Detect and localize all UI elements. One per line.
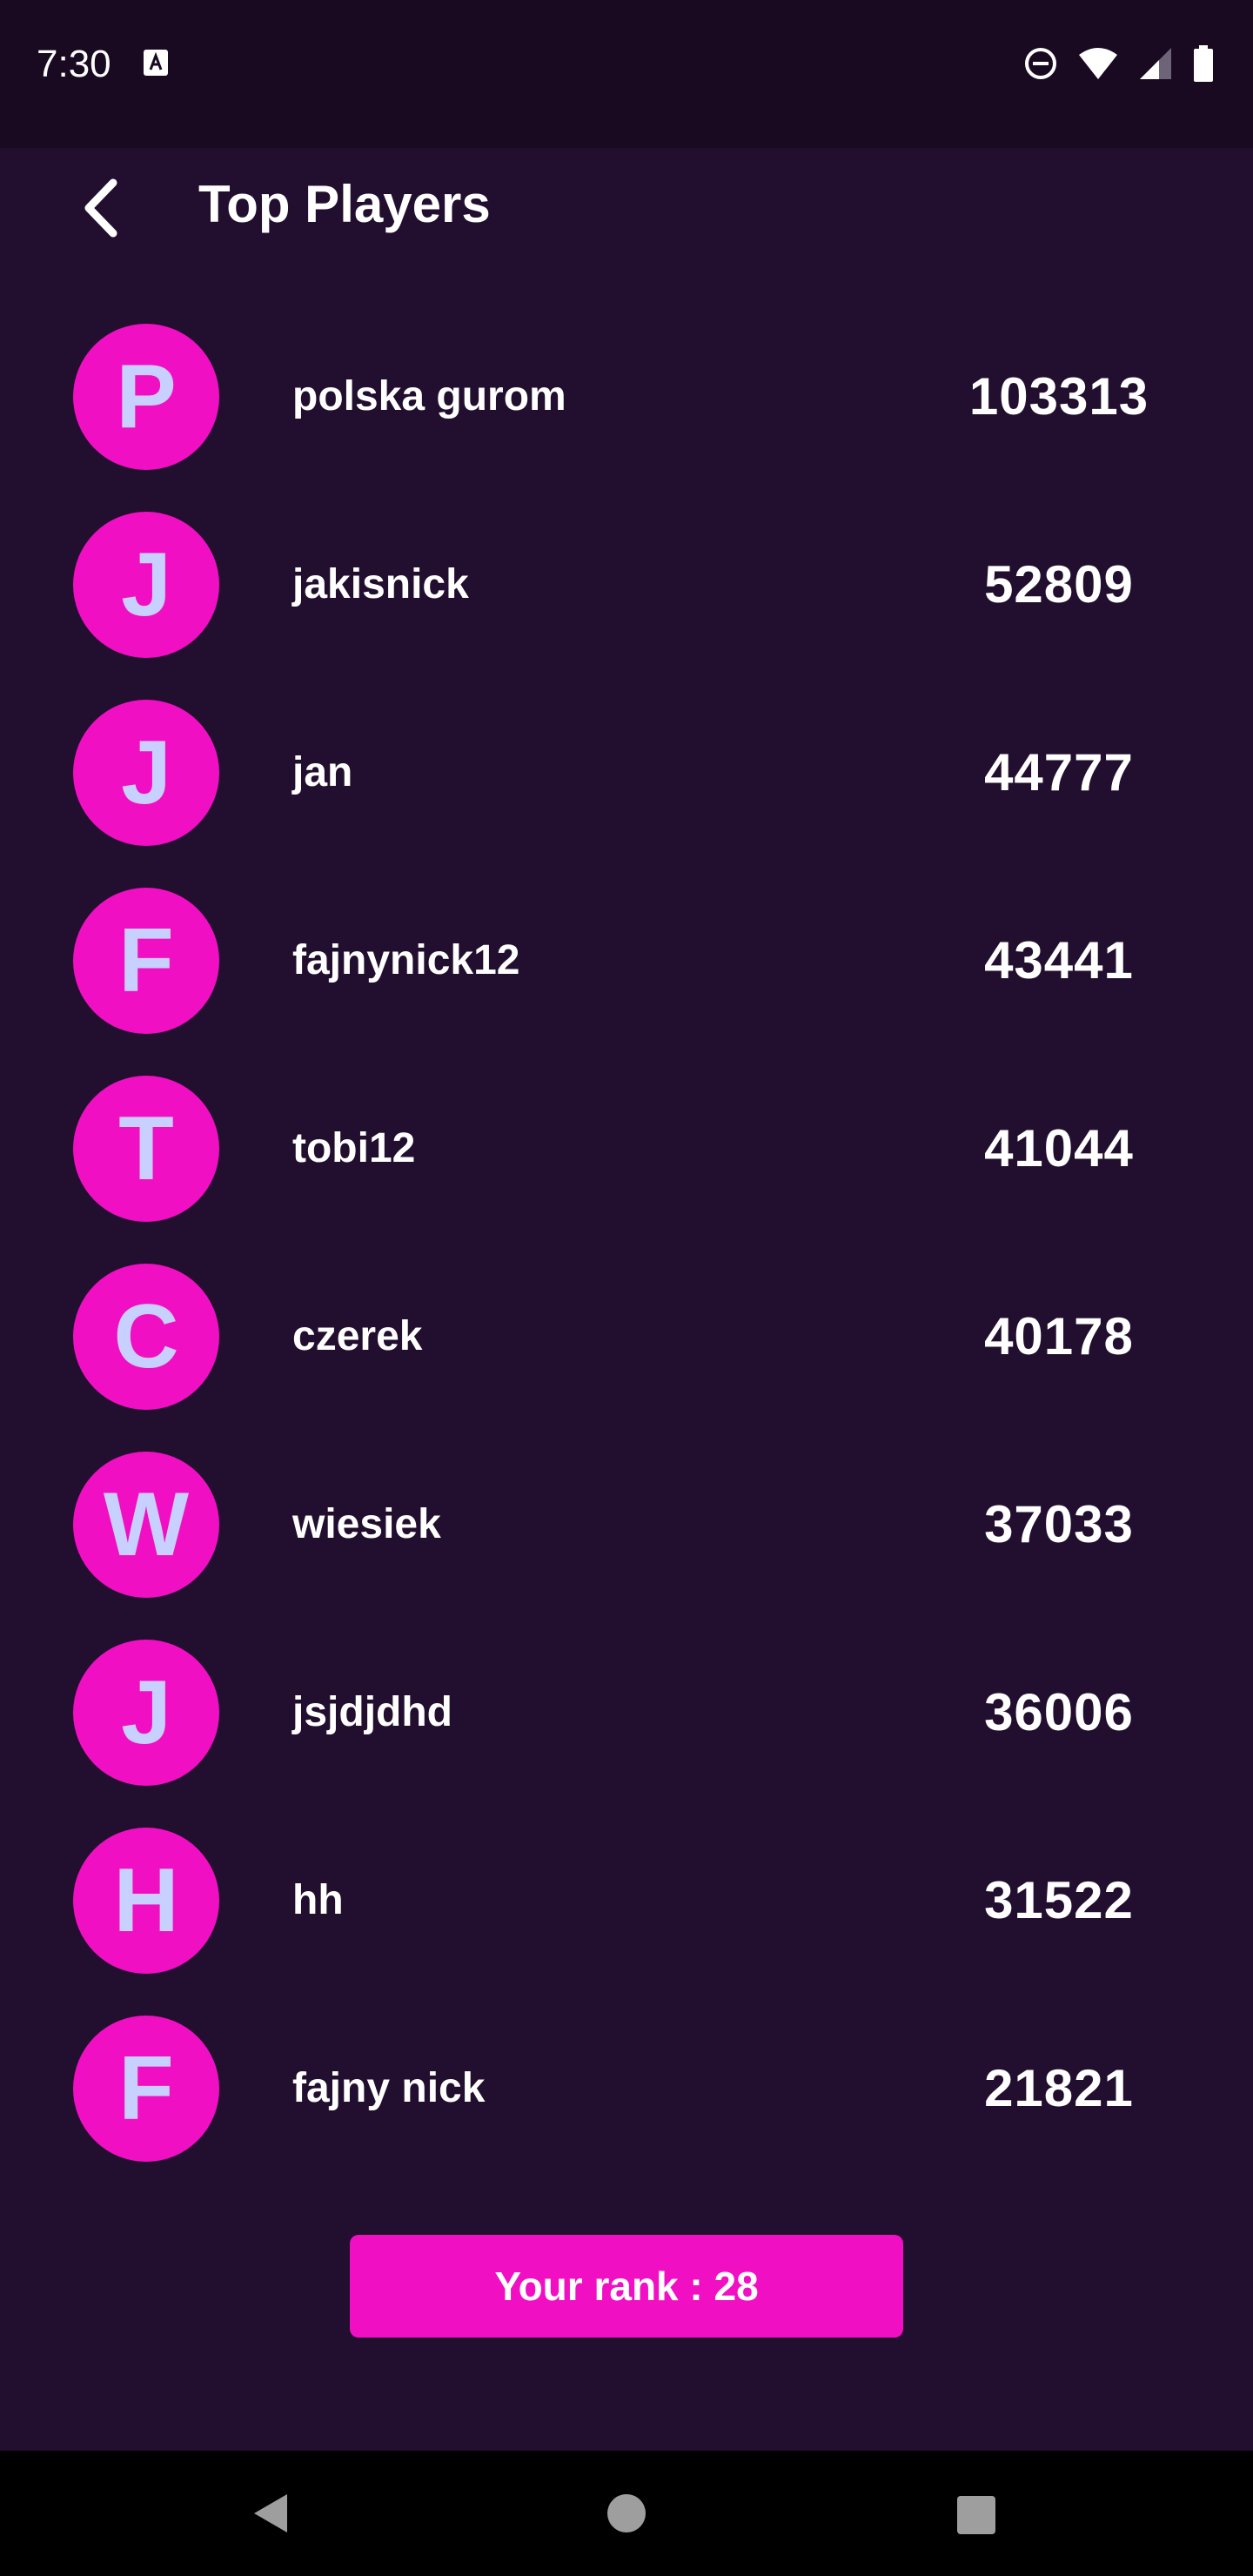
avatar: J — [73, 512, 219, 658]
avatar: W — [73, 1452, 219, 1598]
player-score: 36006 — [984, 1683, 1134, 1741]
player-name: tobi12 — [292, 1125, 416, 1171]
avatar-initial: W — [103, 1474, 190, 1575]
page-title: Top Players — [198, 175, 491, 233]
player-name: polska gurom — [292, 373, 566, 419]
player-name: jsjdjdhd — [292, 1689, 452, 1735]
nav-back-icon[interactable] — [249, 2491, 294, 2536]
nav-recents-icon[interactable] — [957, 2496, 995, 2534]
your-rank-button[interactable]: Your rank : 28 — [350, 2235, 903, 2338]
player-name: czerek — [292, 1313, 423, 1359]
avatar: F — [73, 2016, 219, 2162]
player-row[interactable]: J jakisnick 52809 — [0, 494, 1253, 682]
player-score: 41044 — [984, 1119, 1134, 1177]
player-name: jan — [292, 749, 353, 795]
player-name: jakisnick — [292, 561, 469, 607]
wifi-icon — [1079, 48, 1117, 79]
leaderboard-list: P polska gurom 103313 J jakisnick 52809 … — [0, 306, 1253, 2186]
player-row[interactable]: T tobi12 41044 — [0, 1058, 1253, 1246]
avatar: H — [73, 1828, 219, 1974]
player-row[interactable]: C czerek 40178 — [0, 1246, 1253, 1434]
avatar: F — [73, 888, 219, 1034]
avatar: P — [73, 324, 219, 470]
player-row[interactable]: F fajnynick12 43441 — [0, 870, 1253, 1058]
player-score: 103313 — [968, 367, 1149, 426]
player-row[interactable]: H hh 31522 — [0, 1810, 1253, 1998]
player-score: 40178 — [984, 1307, 1134, 1365]
avatar: J — [73, 700, 219, 846]
avatar: T — [73, 1076, 219, 1222]
signal-icon — [1140, 48, 1171, 79]
player-row[interactable]: J jsjdjdhd 36006 — [0, 1622, 1253, 1810]
player-name: wiesiek — [292, 1501, 441, 1547]
app-bar: Top Players — [0, 148, 1253, 261]
nav-home-icon[interactable] — [607, 2494, 646, 2532]
avatar-initial: H — [113, 1850, 179, 1951]
navigation-bar — [0, 2451, 1253, 2576]
avatar-initial: T — [118, 1098, 174, 1199]
avatar: C — [73, 1264, 219, 1410]
player-score: 31522 — [984, 1871, 1134, 1929]
player-name: hh — [292, 1877, 344, 1923]
player-row[interactable]: F fajny nick 21821 — [0, 1998, 1253, 2186]
player-name: fajnynick12 — [292, 937, 520, 983]
player-row[interactable]: P polska gurom 103313 — [0, 306, 1253, 494]
player-score: 37033 — [984, 1495, 1134, 1553]
status-bar: 7:30 — [0, 0, 1253, 148]
player-row[interactable]: J jan 44777 — [0, 682, 1253, 870]
player-name: fajny nick — [292, 2065, 486, 2111]
avatar-initial: C — [113, 1286, 179, 1387]
avatar-initial: J — [121, 1662, 171, 1763]
dnd-icon — [1025, 48, 1056, 79]
player-score: 52809 — [984, 555, 1134, 614]
a-notification-icon — [144, 50, 168, 76]
player-score: 43441 — [984, 931, 1134, 989]
avatar-initial: P — [116, 346, 177, 447]
avatar-initial: J — [121, 722, 171, 823]
player-score: 44777 — [984, 743, 1134, 802]
avatar-initial: J — [121, 534, 171, 635]
status-icons — [1023, 44, 1215, 84]
chevron-left-icon — [84, 178, 117, 238]
player-row[interactable]: W wiesiek 37033 — [0, 1434, 1253, 1622]
player-score: 21821 — [984, 2059, 1134, 2117]
status-time: 7:30 — [37, 43, 111, 85]
battery-icon — [1194, 45, 1213, 82]
avatar-initial: F — [118, 910, 174, 1011]
back-button[interactable] — [61, 169, 139, 247]
avatar-initial: F — [118, 2038, 174, 2139]
avatar: J — [73, 1640, 219, 1786]
